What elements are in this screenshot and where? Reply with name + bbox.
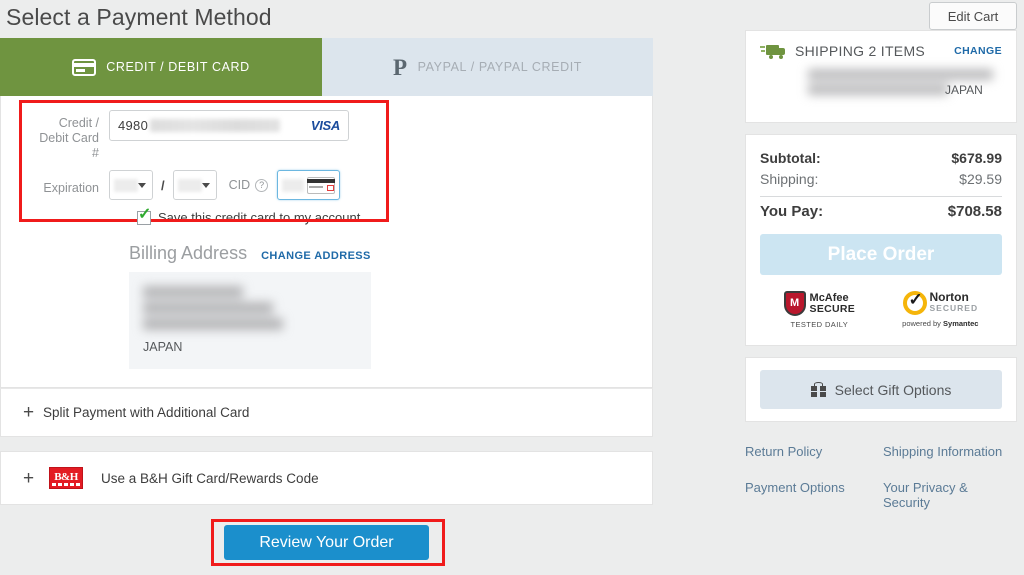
you-pay-row: You Pay: $708.58 [760, 203, 1002, 220]
you-pay-value: $708.58 [947, 203, 1002, 220]
tab-credit-debit-card[interactable]: CREDIT / DEBIT CARD [0, 38, 322, 96]
card-number-label: Credit / Debit Card # [39, 116, 99, 160]
change-address-link[interactable]: CHANGE ADDRESS [261, 250, 371, 262]
gift-icon [810, 381, 826, 397]
shipping-summary-card: SHIPPING 2 ITEMS CHANGE JAPAN [745, 30, 1017, 123]
expiration-month-select[interactable] [109, 170, 153, 200]
norton-line1: Norton [929, 290, 969, 304]
mcafee-line1: McAfee [809, 291, 849, 304]
place-order-button[interactable]: Place Order [760, 234, 1002, 275]
you-pay-label: You Pay: [760, 203, 824, 220]
subtotal-value: $678.99 [951, 150, 1002, 166]
expiration-year-value [177, 178, 202, 192]
gift-options-card: Select Gift Options [745, 357, 1017, 422]
expiration-separator: / [161, 177, 165, 193]
visa-brand-icon: VISA [310, 118, 340, 133]
order-totals-card: Subtotal: $678.99 Shipping: $29.59 You P… [745, 134, 1017, 346]
credit-card-panel: Credit / Debit Card # 4980 VISA Expirati… [0, 96, 653, 388]
card-number-input[interactable]: 4980 VISA [109, 110, 349, 141]
plus-icon: + [23, 402, 35, 423]
edit-cart-button[interactable]: Edit Cart [929, 2, 1017, 30]
footer-link-payment-options[interactable]: Payment Options [745, 480, 881, 510]
shipping-cost-label: Shipping: [760, 171, 819, 187]
billing-address-redacted [143, 286, 303, 334]
cid-label: CID [228, 178, 251, 192]
footer-links: Return Policy Shipping Information Payme… [745, 444, 1017, 531]
question-mark-icon[interactable]: ? [255, 178, 269, 192]
card-number-row: Credit / Debit Card # 4980 VISA [29, 110, 652, 161]
expiration-year-select[interactable] [172, 170, 217, 200]
mcafee-line2: SECURE [809, 302, 856, 315]
payment-column: Select a Payment Method CREDIT / DEBIT C… [0, 0, 660, 566]
save-card-row[interactable]: Save this credit card to my account. [137, 207, 652, 225]
credit-card-icon [72, 58, 97, 76]
subtotal-row: Subtotal: $678.99 [760, 148, 1002, 169]
tab-credit-debit-card-label: CREDIT / DEBIT CARD [106, 60, 250, 74]
card-number-value: 4980 [118, 118, 149, 133]
shipping-change-link[interactable]: CHANGE [954, 45, 1002, 57]
mcafee-shield-icon: M [783, 291, 806, 316]
expiration-month-value [114, 178, 138, 192]
shipping-address: JAPAN [760, 67, 1002, 107]
norton-subtext: powered by Symantec [902, 319, 979, 328]
checkout-page: Select a Payment Method CREDIT / DEBIT C… [0, 0, 1024, 575]
plus-icon: + [23, 467, 35, 489]
shipping-title: SHIPPING 2 ITEMS [795, 43, 926, 59]
review-order-area: Review Your Order [0, 519, 653, 566]
bh-logo-icon: B&H [49, 467, 83, 489]
cid-card-hint-icon [307, 176, 336, 194]
paypal-icon: P [392, 54, 408, 80]
security-badges: M McAfee SECURE TESTED DAILY Norton [760, 290, 1002, 329]
billing-address-country: JAPAN [143, 340, 183, 354]
select-gift-options-label: Select Gift Options [834, 381, 952, 398]
card-form: Credit / Debit Card # 4980 VISA Expirati… [1, 96, 652, 387]
accordion-split-payment-label: Split Payment with Additional Card [43, 405, 250, 420]
page-title: Select a Payment Method [6, 4, 272, 30]
shipping-cost-row: Shipping: $29.59 [760, 169, 1002, 190]
mcafee-subtext: TESTED DAILY [790, 320, 849, 329]
billing-address-box: JAPAN [129, 272, 371, 369]
select-gift-options-button[interactable]: Select Gift Options [760, 370, 1002, 409]
footer-link-privacy-security[interactable]: Your Privacy & Security [881, 480, 1017, 510]
review-your-order-button[interactable]: Review Your Order [224, 525, 429, 560]
norton-secured-badge: Norton SECURED powered by Symantec [902, 290, 979, 329]
billing-address-title: Billing Address [129, 243, 248, 263]
footer-link-shipping-information[interactable]: Shipping Information [881, 444, 1017, 459]
panel-spacer [1, 369, 652, 387]
chevron-down-icon [201, 183, 210, 188]
accordion-split-payment[interactable]: + Split Payment with Additional Card [0, 388, 653, 437]
chevron-down-icon [138, 183, 146, 188]
cid-input[interactable] [277, 170, 341, 200]
expiration-row: Expiration / CID ? [29, 170, 652, 200]
subtotal-label: Subtotal: [760, 150, 821, 166]
save-card-label: Save this credit card to my account. [158, 210, 364, 225]
accordion-gift-card[interactable]: + B&H Use a B&H Gift Card/Rewards Code [0, 451, 653, 505]
cid-value [282, 178, 305, 192]
norton-checkmark-icon [902, 290, 927, 315]
shipping-truck-icon [760, 44, 786, 59]
shipping-header: SHIPPING 2 ITEMS CHANGE [760, 43, 1002, 59]
shipping-cost-value: $29.59 [959, 171, 1002, 187]
card-number-redacted [150, 119, 281, 132]
save-card-checkbox[interactable] [137, 207, 151, 225]
norton-line2: SECURED [929, 303, 979, 313]
accordion-gift-card-label: Use a B&H Gift Card/Rewards Code [101, 470, 319, 486]
tab-paypal[interactable]: P PAYPAL / PAYPAL CREDIT [322, 38, 653, 96]
footer-link-return-policy[interactable]: Return Policy [745, 444, 881, 459]
shipping-address-country: JAPAN [945, 83, 983, 97]
order-summary-column: Edit Cart SHIPPING 2 ITEMS CHANGE JAPAN … [745, 0, 1017, 531]
totals-divider [760, 196, 1002, 197]
billing-address-header: Billing Address CHANGE ADDRESS [129, 243, 652, 264]
tab-paypal-label: PAYPAL / PAYPAL CREDIT [417, 60, 583, 74]
mcafee-secure-badge: M McAfee SECURE TESTED DAILY [783, 291, 856, 329]
payment-method-tabs: CREDIT / DEBIT CARD P PAYPAL / PAYPAL CR… [0, 38, 653, 96]
expiration-label: Expiration [43, 181, 99, 195]
